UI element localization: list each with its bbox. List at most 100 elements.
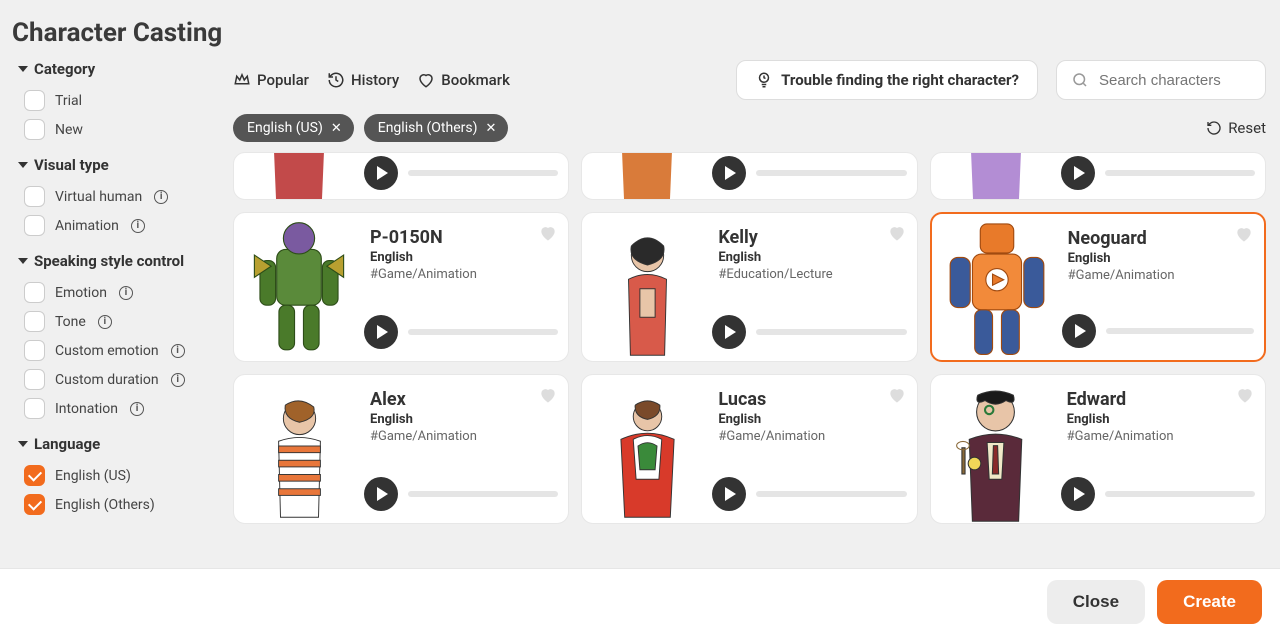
checkbox[interactable] xyxy=(24,119,45,140)
search-box[interactable] xyxy=(1056,60,1266,100)
play-button[interactable] xyxy=(712,315,746,349)
tab-label: Bookmark xyxy=(441,71,510,89)
filter-heading[interactable]: Language xyxy=(18,435,215,453)
close-icon[interactable]: ✕ xyxy=(485,121,496,136)
chip-label: English (Others) xyxy=(378,120,478,136)
tab-bookmark[interactable]: Bookmark xyxy=(417,71,510,89)
info-icon[interactable]: i xyxy=(131,219,145,233)
filter-item[interactable]: Custom emotion i xyxy=(18,336,215,365)
bookmark-heart-icon[interactable] xyxy=(887,223,907,243)
filter-item[interactable]: Trial xyxy=(18,86,215,115)
audio-progress[interactable] xyxy=(1106,328,1254,334)
tab-history[interactable]: History xyxy=(327,71,399,89)
audio-progress[interactable] xyxy=(408,170,558,176)
checkbox[interactable] xyxy=(24,186,45,207)
character-language: English xyxy=(1067,412,1255,427)
character-card[interactable]: AlexEnglish#Game/Animation xyxy=(233,374,569,524)
chevron-down-icon xyxy=(18,441,28,447)
filter-heading-label: Speaking style control xyxy=(34,252,184,270)
top-bar: Popular History Bookmark Trouble finding… xyxy=(233,60,1266,100)
bookmark-heart-icon[interactable] xyxy=(1234,224,1254,244)
checkbox[interactable] xyxy=(24,282,45,303)
character-card[interactable]: NeoguardEnglish#Game/Animation xyxy=(930,212,1266,362)
filter-item-label: Custom emotion xyxy=(55,343,159,359)
filter-item[interactable]: New xyxy=(18,115,215,144)
character-card[interactable]: P-0150NEnglish#Game/Animation xyxy=(233,212,569,362)
filter-heading[interactable]: Speaking style control xyxy=(18,252,215,270)
character-tag: #Game/Animation xyxy=(1067,429,1255,444)
character-card[interactable] xyxy=(233,152,569,200)
audio-progress[interactable] xyxy=(1105,491,1255,497)
character-name: Kelly xyxy=(718,227,906,248)
character-name: Edward xyxy=(1067,389,1255,410)
character-language: English xyxy=(718,250,906,265)
character-card[interactable] xyxy=(930,152,1266,200)
close-icon[interactable]: ✕ xyxy=(331,121,342,136)
checkbox[interactable] xyxy=(24,465,45,486)
checkbox[interactable] xyxy=(24,90,45,111)
filter-heading-label: Category xyxy=(34,60,95,78)
audio-progress[interactable] xyxy=(408,329,558,335)
checkbox[interactable] xyxy=(24,215,45,236)
character-card[interactable] xyxy=(581,152,917,200)
info-icon[interactable]: i xyxy=(119,286,133,300)
character-language: English xyxy=(370,412,558,427)
help-button[interactable]: Trouble finding the right character? xyxy=(736,60,1038,100)
filter-item[interactable]: Emotioni xyxy=(18,278,215,307)
character-portrait xyxy=(931,375,1061,523)
play-button[interactable] xyxy=(712,477,746,511)
filter-item[interactable]: Custom durationi xyxy=(18,365,215,394)
search-input[interactable] xyxy=(1099,72,1251,89)
reset-button[interactable]: Reset xyxy=(1206,119,1266,137)
play-button[interactable] xyxy=(364,156,398,190)
checkbox[interactable] xyxy=(24,369,45,390)
character-card[interactable]: Edward English #Game/Animation xyxy=(930,374,1266,524)
filter-item[interactable]: Animationi xyxy=(18,211,215,240)
play-button[interactable] xyxy=(1062,314,1096,348)
filter-chip[interactable]: English (US)✕ xyxy=(233,114,354,142)
info-icon[interactable]: i xyxy=(171,344,185,358)
info-icon[interactable]: i xyxy=(130,402,144,416)
create-button[interactable]: Create xyxy=(1157,580,1262,624)
tab-popular[interactable]: Popular xyxy=(233,71,309,89)
play-button[interactable] xyxy=(364,315,398,349)
filter-item[interactable]: Intonationi xyxy=(18,394,215,423)
filter-item[interactable]: English (Others) xyxy=(18,490,215,519)
filter-item[interactable]: Virtual humani xyxy=(18,182,215,211)
audio-progress[interactable] xyxy=(756,170,906,176)
filter-item[interactable]: Tonei xyxy=(18,307,215,336)
filter-heading[interactable]: Category xyxy=(18,60,215,78)
filter-chip[interactable]: English (Others) ✕ xyxy=(364,114,509,142)
character-card[interactable]: LucasEnglish#Game/Animation xyxy=(581,374,917,524)
info-icon[interactable]: i xyxy=(98,315,112,329)
character-portrait xyxy=(582,213,712,361)
audio-progress[interactable] xyxy=(1105,170,1255,176)
reset-label: Reset xyxy=(1228,119,1266,137)
filter-item[interactable]: English (US) xyxy=(18,461,215,490)
filter-heading[interactable]: Visual type xyxy=(18,156,215,174)
bookmark-heart-icon[interactable] xyxy=(887,385,907,405)
bookmark-heart-icon[interactable] xyxy=(538,385,558,405)
close-button[interactable]: Close xyxy=(1047,580,1145,624)
play-button[interactable] xyxy=(364,477,398,511)
checkbox[interactable] xyxy=(24,494,45,515)
info-icon[interactable]: i xyxy=(154,190,168,204)
audio-progress[interactable] xyxy=(756,491,906,497)
bookmark-heart-icon[interactable] xyxy=(1235,385,1255,405)
checkbox[interactable] xyxy=(24,398,45,419)
chevron-down-icon xyxy=(18,66,28,72)
play-button[interactable] xyxy=(712,156,746,190)
play-button[interactable] xyxy=(1061,477,1095,511)
character-portrait xyxy=(234,213,364,361)
audio-progress[interactable] xyxy=(408,491,558,497)
checkbox[interactable] xyxy=(24,340,45,361)
checkbox[interactable] xyxy=(24,311,45,332)
character-card[interactable]: KellyEnglish#Education/Lecture xyxy=(581,212,917,362)
info-icon[interactable]: i xyxy=(171,373,185,387)
bookmark-heart-icon[interactable] xyxy=(538,223,558,243)
play-button[interactable] xyxy=(1061,156,1095,190)
filter-item-label: English (US) xyxy=(55,468,131,484)
help-label: Trouble finding the right character? xyxy=(781,71,1019,89)
character-portrait xyxy=(234,153,364,199)
audio-progress[interactable] xyxy=(756,329,906,335)
